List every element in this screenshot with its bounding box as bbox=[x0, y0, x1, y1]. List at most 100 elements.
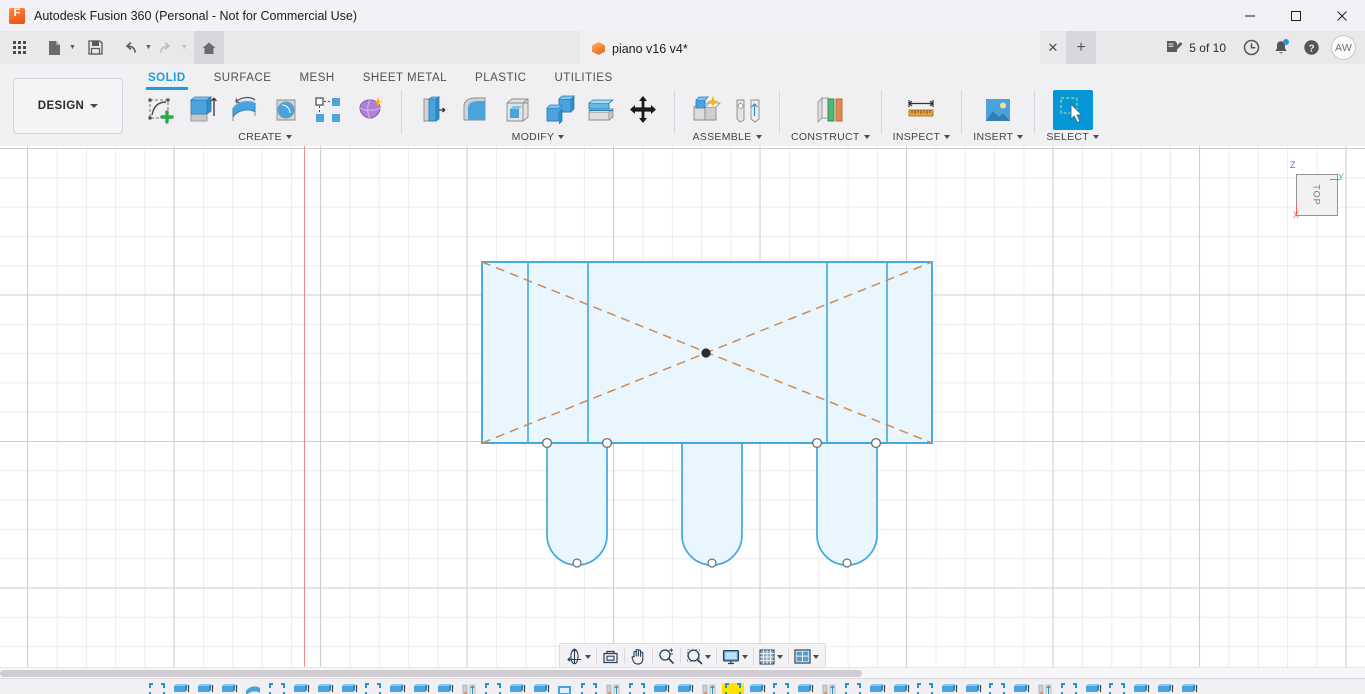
timeline[interactable] bbox=[0, 678, 1365, 694]
timeline-item[interactable] bbox=[890, 683, 912, 694]
new-component-button[interactable] bbox=[686, 90, 726, 130]
save-disk-icon[interactable] bbox=[82, 35, 110, 61]
zoom-button[interactable] bbox=[655, 645, 678, 668]
timeline-item[interactable] bbox=[770, 683, 792, 694]
timeline-item[interactable] bbox=[1082, 683, 1104, 694]
timeline-item[interactable] bbox=[530, 683, 552, 694]
file-caret-icon[interactable]: ▼ bbox=[69, 44, 76, 51]
timeline-item[interactable] bbox=[194, 683, 216, 694]
select-button[interactable] bbox=[1052, 90, 1093, 130]
timeline-item[interactable] bbox=[338, 683, 360, 694]
fillet-button[interactable] bbox=[455, 90, 495, 130]
rectangular-pattern-button[interactable] bbox=[308, 90, 348, 130]
orbit-button[interactable] bbox=[563, 645, 594, 668]
look-at-button[interactable] bbox=[599, 645, 622, 668]
timeline-item[interactable] bbox=[938, 683, 960, 694]
create-sketch-button[interactable] bbox=[140, 90, 180, 130]
workspace-switcher[interactable]: DESIGN bbox=[13, 78, 123, 134]
timeline-item[interactable] bbox=[242, 683, 264, 694]
timeline-item[interactable] bbox=[458, 683, 480, 694]
timeline-item[interactable] bbox=[386, 683, 408, 694]
chevron-down-icon[interactable] bbox=[742, 654, 748, 659]
display-settings-button[interactable] bbox=[719, 645, 751, 668]
press-pull-button[interactable] bbox=[413, 90, 453, 130]
chevron-down-icon[interactable] bbox=[585, 654, 591, 659]
tab-sheet-metal[interactable]: SHEET METAL bbox=[349, 69, 461, 87]
timeline-item[interactable] bbox=[794, 683, 816, 694]
timeline-item[interactable] bbox=[914, 683, 936, 694]
timeline-item[interactable] bbox=[722, 683, 744, 694]
clock-icon[interactable] bbox=[1236, 31, 1266, 64]
offset-plane-button[interactable] bbox=[810, 90, 850, 130]
timeline-item[interactable] bbox=[578, 683, 600, 694]
redo-caret-icon[interactable]: ▼ bbox=[181, 44, 188, 51]
file-menu-group[interactable]: ▼ bbox=[40, 35, 76, 61]
timeline-item[interactable] bbox=[362, 683, 384, 694]
home-icon[interactable] bbox=[193, 31, 224, 64]
chevron-down-icon[interactable] bbox=[813, 654, 819, 659]
app-grid-icon[interactable] bbox=[6, 35, 34, 61]
timeline-item[interactable] bbox=[842, 683, 864, 694]
panel-modify-label[interactable]: MODIFY bbox=[512, 131, 565, 143]
timeline-item[interactable] bbox=[218, 683, 240, 694]
zoom-window-button[interactable] bbox=[683, 645, 714, 668]
create-form-button[interactable] bbox=[350, 90, 390, 130]
timeline-item[interactable] bbox=[962, 683, 984, 694]
viewport-canvas[interactable]: TOP Z Y X bbox=[0, 146, 1365, 667]
timeline-item[interactable] bbox=[818, 683, 840, 694]
user-avatar[interactable]: AW bbox=[1331, 35, 1356, 60]
chevron-down-icon[interactable] bbox=[777, 654, 783, 659]
minimize-button[interactable] bbox=[1227, 0, 1273, 31]
timeline-item[interactable] bbox=[554, 683, 576, 694]
panel-construct-label[interactable]: CONSTRUCT bbox=[791, 131, 870, 143]
timeline-item[interactable] bbox=[146, 683, 168, 694]
tab-mesh[interactable]: MESH bbox=[285, 69, 348, 87]
view-cube[interactable]: TOP Z Y X bbox=[1282, 160, 1344, 222]
document-counter[interactable]: 5 of 10 bbox=[1162, 40, 1236, 55]
timeline-item[interactable] bbox=[1034, 683, 1056, 694]
view-cube-face[interactable]: TOP bbox=[1296, 174, 1338, 216]
timeline-item[interactable] bbox=[410, 683, 432, 694]
tab-surface[interactable]: SURFACE bbox=[200, 69, 286, 87]
document-tab[interactable]: piano v16 v4* bbox=[580, 31, 1040, 64]
timeline-item[interactable] bbox=[482, 683, 504, 694]
insert-image-button[interactable] bbox=[978, 90, 1018, 130]
undo-group[interactable]: ▼ bbox=[116, 35, 152, 61]
panel-assemble-label[interactable]: ASSEMBLE bbox=[692, 131, 762, 143]
pan-hand-button[interactable] bbox=[627, 645, 650, 668]
timeline-item[interactable] bbox=[650, 683, 672, 694]
help-question-icon[interactable]: ? bbox=[1296, 31, 1326, 64]
timeline-item[interactable] bbox=[626, 683, 648, 694]
chevron-down-icon[interactable] bbox=[705, 654, 711, 659]
timeline-item[interactable] bbox=[602, 683, 624, 694]
close-window-button[interactable] bbox=[1319, 0, 1365, 31]
joint-button[interactable] bbox=[728, 90, 768, 130]
timeline-item[interactable] bbox=[986, 683, 1008, 694]
timeline-item[interactable] bbox=[290, 683, 312, 694]
sketch-geometry[interactable] bbox=[0, 146, 1365, 667]
shell-button[interactable] bbox=[497, 90, 537, 130]
panel-inspect-label[interactable]: INSPECT bbox=[893, 131, 951, 143]
timeline-item[interactable] bbox=[674, 683, 696, 694]
timeline-item[interactable] bbox=[1010, 683, 1032, 694]
timeline-item[interactable] bbox=[746, 683, 768, 694]
timeline-item[interactable] bbox=[266, 683, 288, 694]
file-icon[interactable] bbox=[40, 35, 68, 61]
timeline-item[interactable] bbox=[434, 683, 456, 694]
split-face-button[interactable] bbox=[581, 90, 621, 130]
timeline-item[interactable] bbox=[506, 683, 528, 694]
tab-solid[interactable]: SOLID bbox=[134, 69, 200, 90]
undo-arrow-icon[interactable] bbox=[116, 35, 144, 61]
timeline-item[interactable] bbox=[314, 683, 336, 694]
grid-snaps-button[interactable] bbox=[756, 645, 786, 668]
panel-insert-label[interactable]: INSERT bbox=[973, 131, 1024, 143]
notification-bell-icon[interactable] bbox=[1266, 31, 1296, 64]
undo-caret-icon[interactable]: ▼ bbox=[145, 44, 152, 51]
redo-group[interactable]: ▼ bbox=[152, 35, 188, 61]
viewport-layout-button[interactable] bbox=[791, 645, 822, 668]
tab-utilities[interactable]: UTILITIES bbox=[540, 69, 626, 87]
extrude-button[interactable] bbox=[182, 90, 222, 130]
sweep-cylinder-button[interactable] bbox=[266, 90, 306, 130]
panel-create-label[interactable]: CREATE bbox=[238, 131, 292, 143]
timeline-item[interactable] bbox=[1130, 683, 1152, 694]
